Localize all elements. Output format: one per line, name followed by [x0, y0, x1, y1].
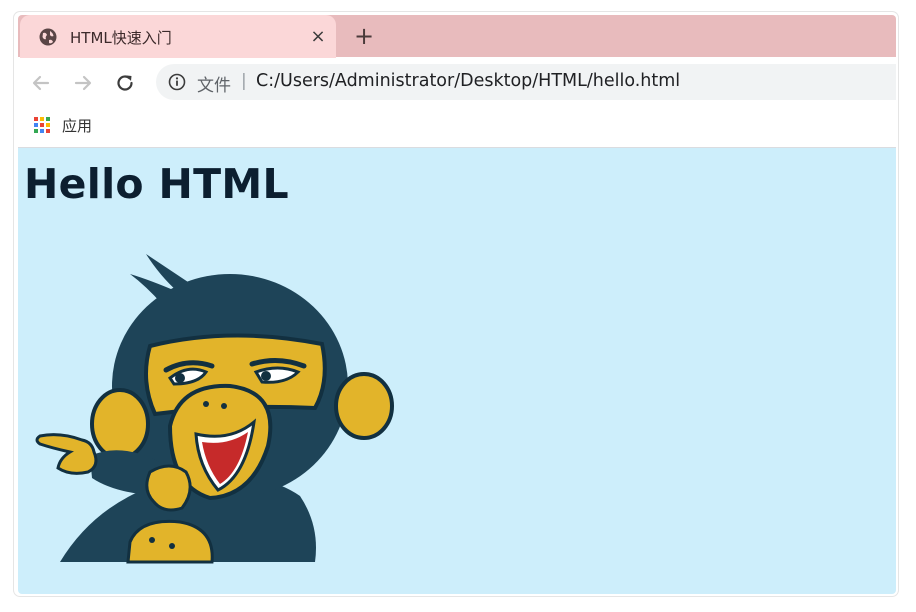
page-heading: Hello HTML	[24, 160, 289, 208]
cartoon-monkey-pointing	[35, 254, 394, 564]
apps-bookmark[interactable]: 应用	[62, 115, 92, 136]
tab-title: HTML快速入门	[70, 29, 172, 47]
forward-arrow-icon[interactable]	[70, 70, 96, 96]
bookmarks-bar	[18, 106, 896, 148]
back-arrow-icon[interactable]	[28, 70, 54, 96]
apps-grid-icon[interactable]	[33, 116, 51, 134]
reload-icon[interactable]	[112, 70, 138, 96]
scheme-label: 文件	[197, 76, 231, 96]
info-icon[interactable]	[168, 73, 186, 91]
scheme-separator: |	[241, 71, 247, 91]
globe-icon	[39, 28, 57, 46]
tab-html-intro[interactable]: HTML快速入门 ×	[20, 15, 336, 58]
close-icon[interactable]: ×	[306, 24, 330, 48]
url-text[interactable]: C:/Users/Administrator/Desktop/HTML/hell…	[256, 71, 680, 91]
plus-icon[interactable]: +	[350, 22, 378, 50]
